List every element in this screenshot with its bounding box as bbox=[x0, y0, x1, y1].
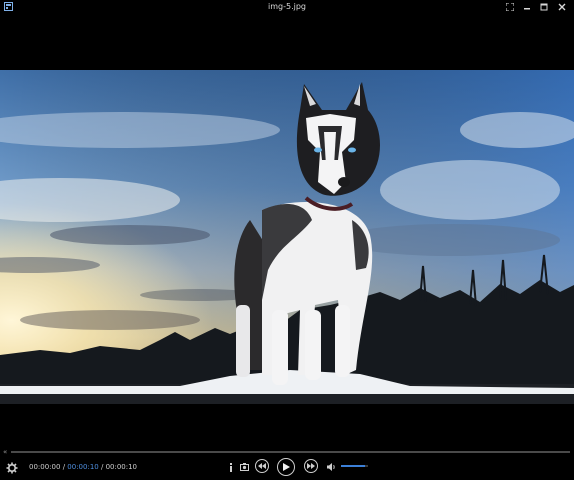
time-separator-2: / bbox=[100, 463, 104, 471]
time-separator: / bbox=[62, 463, 66, 471]
mute-button[interactable] bbox=[326, 461, 338, 473]
info-button[interactable] bbox=[226, 461, 235, 473]
play-icon bbox=[282, 463, 290, 471]
current-time: 00:00:00 bbox=[29, 463, 61, 471]
minimize-button[interactable] bbox=[520, 1, 534, 12]
seek-track[interactable] bbox=[11, 451, 570, 453]
volume-icon bbox=[327, 463, 335, 471]
close-icon bbox=[558, 3, 566, 10]
close-button[interactable] bbox=[555, 1, 569, 12]
control-bar: 00:00:00 / 00:00:10 / 00:00:10 bbox=[0, 458, 574, 480]
seek-bar[interactable]: « bbox=[0, 446, 574, 458]
fullscreen-icon bbox=[506, 2, 514, 11]
collapse-playlist-icon[interactable]: « bbox=[3, 448, 7, 456]
title-bar: img-5.jpg bbox=[0, 0, 574, 14]
image-viewport[interactable] bbox=[0, 14, 574, 446]
play-button[interactable] bbox=[277, 458, 295, 476]
duration-time: 00:00:10 bbox=[67, 463, 99, 471]
maximize-button[interactable] bbox=[537, 1, 551, 12]
husky-photo bbox=[0, 70, 574, 404]
minimize-icon bbox=[524, 7, 530, 9]
rewind-icon bbox=[258, 463, 266, 469]
gear-icon[interactable] bbox=[6, 462, 18, 474]
camera-icon bbox=[239, 463, 249, 471]
volume-level-fill bbox=[341, 465, 366, 467]
maximize-icon bbox=[540, 3, 548, 10]
volume-slider[interactable] bbox=[341, 465, 368, 467]
info-icon bbox=[229, 462, 232, 472]
fullscreen-button[interactable] bbox=[503, 1, 517, 12]
previous-button[interactable] bbox=[255, 459, 269, 473]
time-display: 00:00:00 / 00:00:10 / 00:00:10 bbox=[29, 462, 137, 472]
photo bbox=[0, 70, 574, 404]
fast-forward-icon bbox=[307, 463, 315, 469]
window-title: img-5.jpg bbox=[268, 2, 306, 11]
elapsed-time: 00:00:10 bbox=[105, 463, 138, 471]
next-button[interactable] bbox=[304, 459, 318, 473]
screenshot-button[interactable] bbox=[238, 461, 250, 473]
